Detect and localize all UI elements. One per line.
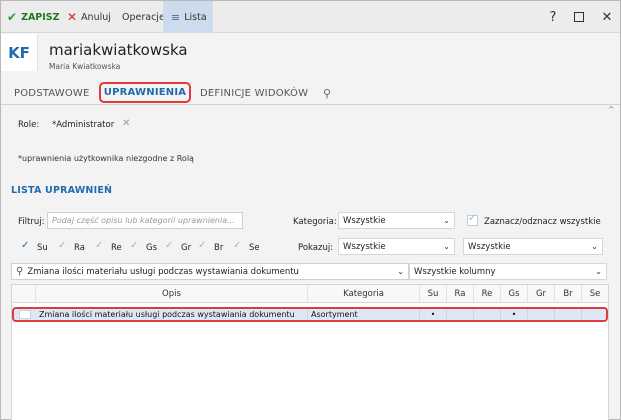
list-label: Lista — [184, 11, 207, 23]
help-icon: ? — [549, 9, 557, 25]
cell-kategoria: Asortyment — [308, 309, 420, 320]
right-ra-label: Ra — [74, 243, 85, 253]
right-re-checkbox[interactable]: ✓ — [95, 240, 103, 251]
window-close-button[interactable]: ✕ — [594, 1, 620, 33]
chevron-down-icon: ⌄ — [591, 242, 598, 251]
right-gs-checkbox[interactable]: ✓ — [130, 240, 138, 251]
help-button[interactable]: ? — [540, 1, 566, 33]
right-br-label: Br — [214, 243, 224, 253]
operations-button[interactable]: Operacje — [122, 1, 165, 33]
maximize-icon — [574, 12, 584, 22]
filter-label: Filtruj: — [18, 217, 45, 227]
search-settings-icon[interactable]: ⚲ — [323, 81, 331, 105]
show-select-2[interactable]: Wszystkie ⌄ — [463, 238, 603, 255]
right-re-label: Re — [111, 243, 122, 253]
right-ra-checkbox[interactable]: ✓ — [58, 240, 66, 251]
right-gr-checkbox[interactable]: ✓ — [165, 240, 173, 251]
cancel-button[interactable]: ✕ Anuluj — [67, 1, 111, 33]
right-br-checkbox[interactable]: ✓ — [198, 240, 206, 251]
select-all-label: Zaznacz/odznacz wszystkie — [484, 217, 601, 227]
column-header-kategoria[interactable]: Kategoria — [308, 285, 420, 303]
right-su-checkbox[interactable]: ✓ — [21, 240, 29, 251]
check-icon: ✓ — [468, 213, 477, 224]
check-icon: ✔ — [7, 10, 18, 24]
columns-value: Wszystkie kolumny — [414, 266, 496, 277]
columns-select[interactable]: Wszystkie kolumny ⌄ — [409, 263, 607, 280]
chevron-down-icon: ⌄ — [443, 242, 450, 251]
tab-view-definitions[interactable]: DEFINICJE WIDOKÓW — [200, 81, 308, 105]
column-header-gs[interactable]: Gs — [501, 285, 528, 303]
close-icon: ✕ — [67, 10, 78, 24]
window-frame: ✔ ZAPISZ ✕ Anuluj Operacje ≡ Lista ? ✕ K… — [0, 0, 621, 420]
search-icon: ⚲ — [16, 266, 24, 277]
column-header-opis[interactable]: Opis — [36, 285, 308, 303]
search-input[interactable]: ⚲ Zmiana ilości materiału usługi podczas… — [11, 263, 409, 280]
show-value: Wszystkie — [343, 241, 386, 252]
column-header-select[interactable] — [12, 285, 36, 303]
cell-gr[interactable] — [528, 309, 555, 320]
cell-re[interactable] — [474, 309, 501, 320]
window-close-icon: ✕ — [601, 9, 613, 25]
right-gs-label: Gs — [146, 243, 158, 253]
operations-label: Operacje — [122, 11, 165, 23]
user-login: mariakwiatkowska — [49, 41, 188, 59]
tab-permissions[interactable]: UPRAWNIENIA — [99, 82, 191, 103]
role-label: Role: — [18, 120, 40, 130]
section-title: LISTA UPRAWNIEŃ — [11, 185, 113, 196]
show-label: Pokazuj: — [298, 243, 334, 253]
chevron-down-icon: ⌄ — [595, 267, 602, 276]
column-header-ra[interactable]: Ra — [447, 285, 474, 303]
show-value-2: Wszystkie — [468, 241, 511, 252]
chevron-down-icon: ⌄ — [443, 216, 450, 225]
list-button[interactable]: ≡ Lista — [163, 1, 213, 33]
column-header-su[interactable]: Su — [420, 285, 447, 303]
column-header-br[interactable]: Br — [555, 285, 582, 303]
column-header-gr[interactable]: Gr — [528, 285, 555, 303]
chevron-down-icon: ⌄ — [397, 267, 404, 276]
save-label: ZAPISZ — [21, 11, 60, 23]
scroll-up-icon[interactable]: ^ — [608, 105, 615, 114]
row-checkbox[interactable] — [19, 310, 31, 319]
cell-se[interactable] — [582, 309, 606, 320]
role-value[interactable]: *Administrator — [52, 120, 114, 130]
tab-bar: PODSTAWOWE UPRAWNIENIA DEFINICJE WIDOKÓW… — [1, 81, 620, 105]
category-value: Wszystkie — [343, 215, 386, 226]
table-row[interactable]: Zmiana ilości materiału usługi podczas w… — [12, 307, 608, 322]
avatar: KF — [1, 34, 38, 71]
hamburger-icon: ≡ — [171, 10, 181, 24]
mismatch-note: *uprawnienia użytkownika niezgodne z Rol… — [18, 154, 194, 163]
cancel-label: Anuluj — [81, 11, 111, 23]
cell-gs[interactable]: • — [501, 309, 528, 320]
column-header-re[interactable]: Re — [474, 285, 501, 303]
clear-role-icon[interactable]: ✕ — [122, 118, 130, 129]
search-value: Zmiana ilości materiału usługi podczas w… — [27, 266, 299, 277]
cell-br[interactable] — [555, 309, 582, 320]
toolbar: ✔ ZAPISZ ✕ Anuluj Operacje ≡ Lista ? ✕ — [1, 1, 620, 33]
save-button[interactable]: ✔ ZAPISZ — [7, 1, 60, 33]
cell-ra[interactable] — [447, 309, 474, 320]
tab-basic[interactable]: PODSTAWOWE — [14, 81, 90, 105]
right-gr-label: Gr — [181, 243, 192, 253]
category-select[interactable]: Wszystkie ⌄ — [338, 212, 455, 229]
column-header-se[interactable]: Se — [582, 285, 608, 303]
maximize-button[interactable] — [566, 1, 592, 33]
filter-input[interactable]: Podaj część opisu lub kategorii uprawnie… — [47, 212, 243, 229]
right-su-label: Su — [37, 243, 48, 253]
cell-su[interactable]: • — [420, 309, 447, 320]
cell-opis: Zmiana ilości materiału usługi podczas w… — [36, 309, 308, 320]
user-full-name: Maria Kwiatkowska — [49, 62, 121, 71]
right-se-checkbox[interactable]: ✓ — [233, 240, 241, 251]
category-label: Kategoria: — [293, 217, 337, 227]
right-se-label: Se — [249, 243, 260, 253]
show-select[interactable]: Wszystkie ⌄ — [338, 238, 455, 255]
permissions-table: Opis Kategoria Su Ra Re Gs Gr Br Se Zmia… — [11, 284, 609, 420]
